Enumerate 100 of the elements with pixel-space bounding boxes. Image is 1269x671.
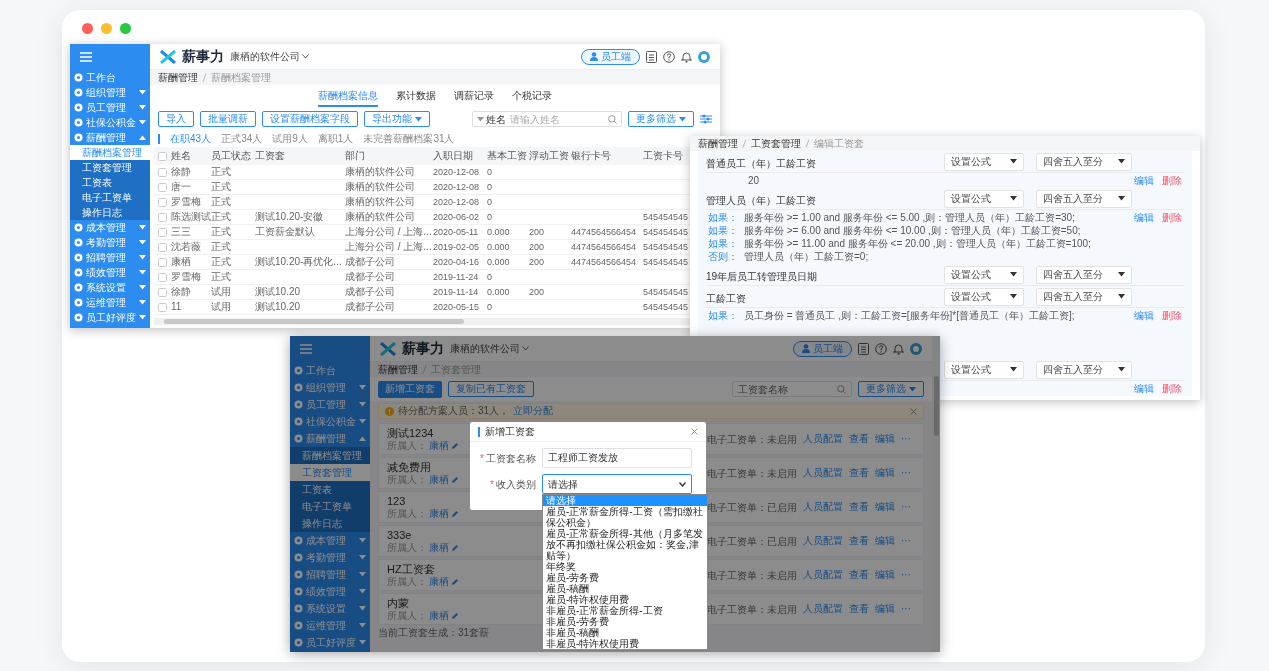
action-link[interactable]: 查看 (849, 570, 869, 580)
menu-item[interactable]: 组织管理 (290, 379, 370, 396)
button[interactable]: 更多筛选 (858, 381, 924, 397)
menu-item[interactable]: 成本管理 (290, 532, 370, 549)
pencil-icon[interactable] (451, 475, 459, 484)
delete-link[interactable]: 删除 (1162, 382, 1182, 395)
dropdown-option[interactable]: 非雇员-特许权使用费 (543, 638, 707, 649)
action-link[interactable]: 人员配置 (803, 570, 843, 580)
more-link[interactable]: ··· (901, 604, 911, 614)
pencil-icon[interactable] (451, 611, 459, 620)
menu-item[interactable]: 招聘管理 (290, 566, 370, 583)
button[interactable]: 导入 (158, 111, 194, 127)
action-link[interactable]: 编辑 (875, 536, 895, 546)
menu-icon[interactable] (300, 344, 312, 354)
action-link[interactable]: 编辑 (875, 468, 895, 478)
checkbox[interactable] (157, 242, 167, 252)
menu-item[interactable]: 系统设置 (290, 600, 370, 617)
pencil-icon[interactable] (451, 543, 459, 552)
submenu-item[interactable]: 操作日志 (70, 205, 150, 220)
menu-item[interactable]: 组织管理 (70, 85, 150, 100)
more-link[interactable]: ··· (901, 536, 911, 546)
dropdown-option[interactable]: 雇员-稿酬 (543, 583, 707, 594)
checkbox[interactable] (157, 257, 167, 267)
sliders-icon[interactable] (700, 114, 712, 124)
owner-link[interactable]: 康栖 (429, 576, 449, 587)
select-field[interactable]: 四舍五入至分 (1036, 189, 1132, 208)
filter-tab[interactable]: 试用9人 (272, 134, 308, 144)
dropdown-option[interactable]: 请选择 (543, 495, 707, 506)
menu-item[interactable]: 招聘管理 (70, 250, 150, 265)
dropdown-option[interactable]: 年终奖 (543, 561, 707, 572)
menu-item[interactable]: 员工好评度 (290, 634, 370, 651)
button[interactable]: 新增工资套 (378, 380, 442, 398)
dropdown-option[interactable]: 雇员-劳务费 (543, 572, 707, 583)
checkbox[interactable] (157, 287, 167, 297)
submenu-item[interactable]: 薪酬档案管理 (70, 145, 150, 160)
select-field[interactable]: 设置公式 (944, 360, 1024, 379)
select-field[interactable]: 设置公式 (944, 265, 1024, 284)
filter-tab[interactable]: 离职1人 (317, 134, 354, 144)
document-icon[interactable] (858, 342, 869, 355)
submenu-item[interactable]: 工资表 (70, 175, 150, 190)
menu-item[interactable]: 工作台 (70, 70, 150, 85)
submenu-item[interactable]: 电子工资单 (290, 498, 370, 515)
submenu-item[interactable]: 薪酬档案管理 (290, 447, 370, 464)
owner-link[interactable]: 康栖 (429, 508, 449, 519)
delete-link[interactable]: 删除 (1162, 309, 1182, 322)
menu-item[interactable]: 绩效管理 (290, 583, 370, 600)
menu-item[interactable]: 员工管理 (70, 100, 150, 115)
dropdown-option[interactable]: 非雇员-正常薪金所得-工资 (543, 605, 707, 616)
menu-item[interactable]: 成本管理 (70, 220, 150, 235)
edit-link[interactable]: 编辑 (1134, 211, 1154, 224)
action-link[interactable]: 人员配置 (803, 468, 843, 478)
more-link[interactable]: ··· (901, 502, 911, 512)
select-field[interactable]: 四舍五入至分 (1036, 265, 1132, 284)
company-selector[interactable]: 康栖的软件公司 (230, 49, 309, 64)
search-type-select[interactable]: 姓名 (477, 111, 506, 127)
checkbox[interactable] (157, 167, 167, 177)
select-field[interactable]: 设置公式 (944, 152, 1024, 171)
more-link[interactable]: ··· (901, 434, 911, 444)
avatar-icon[interactable] (910, 342, 922, 355)
menu-item[interactable]: 绩效管理 (70, 265, 150, 280)
select-field[interactable]: 四舍五入至分 (1036, 152, 1132, 171)
action-link[interactable]: 人员配置 (803, 536, 843, 546)
checkbox[interactable] (157, 302, 167, 312)
assign-link[interactable]: 立即分配 (513, 406, 554, 416)
menu-item[interactable]: 社保公积金 (290, 413, 370, 430)
tab[interactable]: 薪酬档案信息 (318, 91, 378, 107)
owner-link[interactable]: 康栖 (429, 542, 449, 553)
menu-item[interactable]: 薪酬管理 (290, 430, 370, 447)
action-link[interactable]: 编辑 (875, 502, 895, 512)
search-field[interactable]: 工资套名称 (732, 381, 852, 397)
edit-link[interactable]: 编辑 (1134, 309, 1154, 322)
avatar-icon[interactable] (698, 50, 710, 63)
menu-item[interactable]: 员工好评度 (70, 310, 150, 325)
bell-icon[interactable] (893, 342, 904, 355)
more-link[interactable]: ··· (901, 468, 911, 478)
search-field[interactable]: 姓名 请输入姓名 (472, 111, 622, 127)
search-input[interactable]: 工资套名称 (738, 381, 833, 397)
action-link[interactable]: 人员配置 (803, 604, 843, 614)
button[interactable]: 设置薪酬档案字段 (262, 111, 358, 127)
owner-link[interactable]: 康栖 (429, 610, 449, 621)
menu-item[interactable]: 运维管理 (290, 617, 370, 634)
pencil-icon[interactable] (451, 441, 459, 450)
checkbox[interactable] (157, 272, 167, 282)
menu-icon[interactable] (80, 52, 92, 62)
action-link[interactable]: 编辑 (875, 434, 895, 444)
action-link[interactable]: 查看 (849, 468, 869, 478)
help-icon[interactable] (875, 342, 887, 355)
scrollbar[interactable] (164, 319, 464, 324)
button[interactable]: 更多筛选 (628, 111, 694, 127)
menu-item[interactable]: 社保公积金 (70, 115, 150, 130)
menu-item[interactable]: 考勤管理 (70, 235, 150, 250)
filter-tab[interactable]: 在职43人 (170, 134, 212, 144)
dropdown-option[interactable]: 非雇员-稿酬 (543, 627, 707, 638)
filter-tab[interactable]: 未完善薪酬档案31人 (363, 134, 455, 144)
dropdown-option[interactable]: 雇员-正常薪金所得-其他（月多笔发放不再扣缴社保公积金如：奖金,津贴等） (543, 528, 707, 561)
scrollbar[interactable] (933, 376, 939, 436)
text-field[interactable]: 工程师工资发放 (542, 448, 692, 468)
action-link[interactable]: 编辑 (875, 570, 895, 580)
menu-item[interactable]: 运维管理 (70, 295, 150, 310)
breadcrumb-link[interactable]: 工资套管理 (751, 138, 801, 149)
